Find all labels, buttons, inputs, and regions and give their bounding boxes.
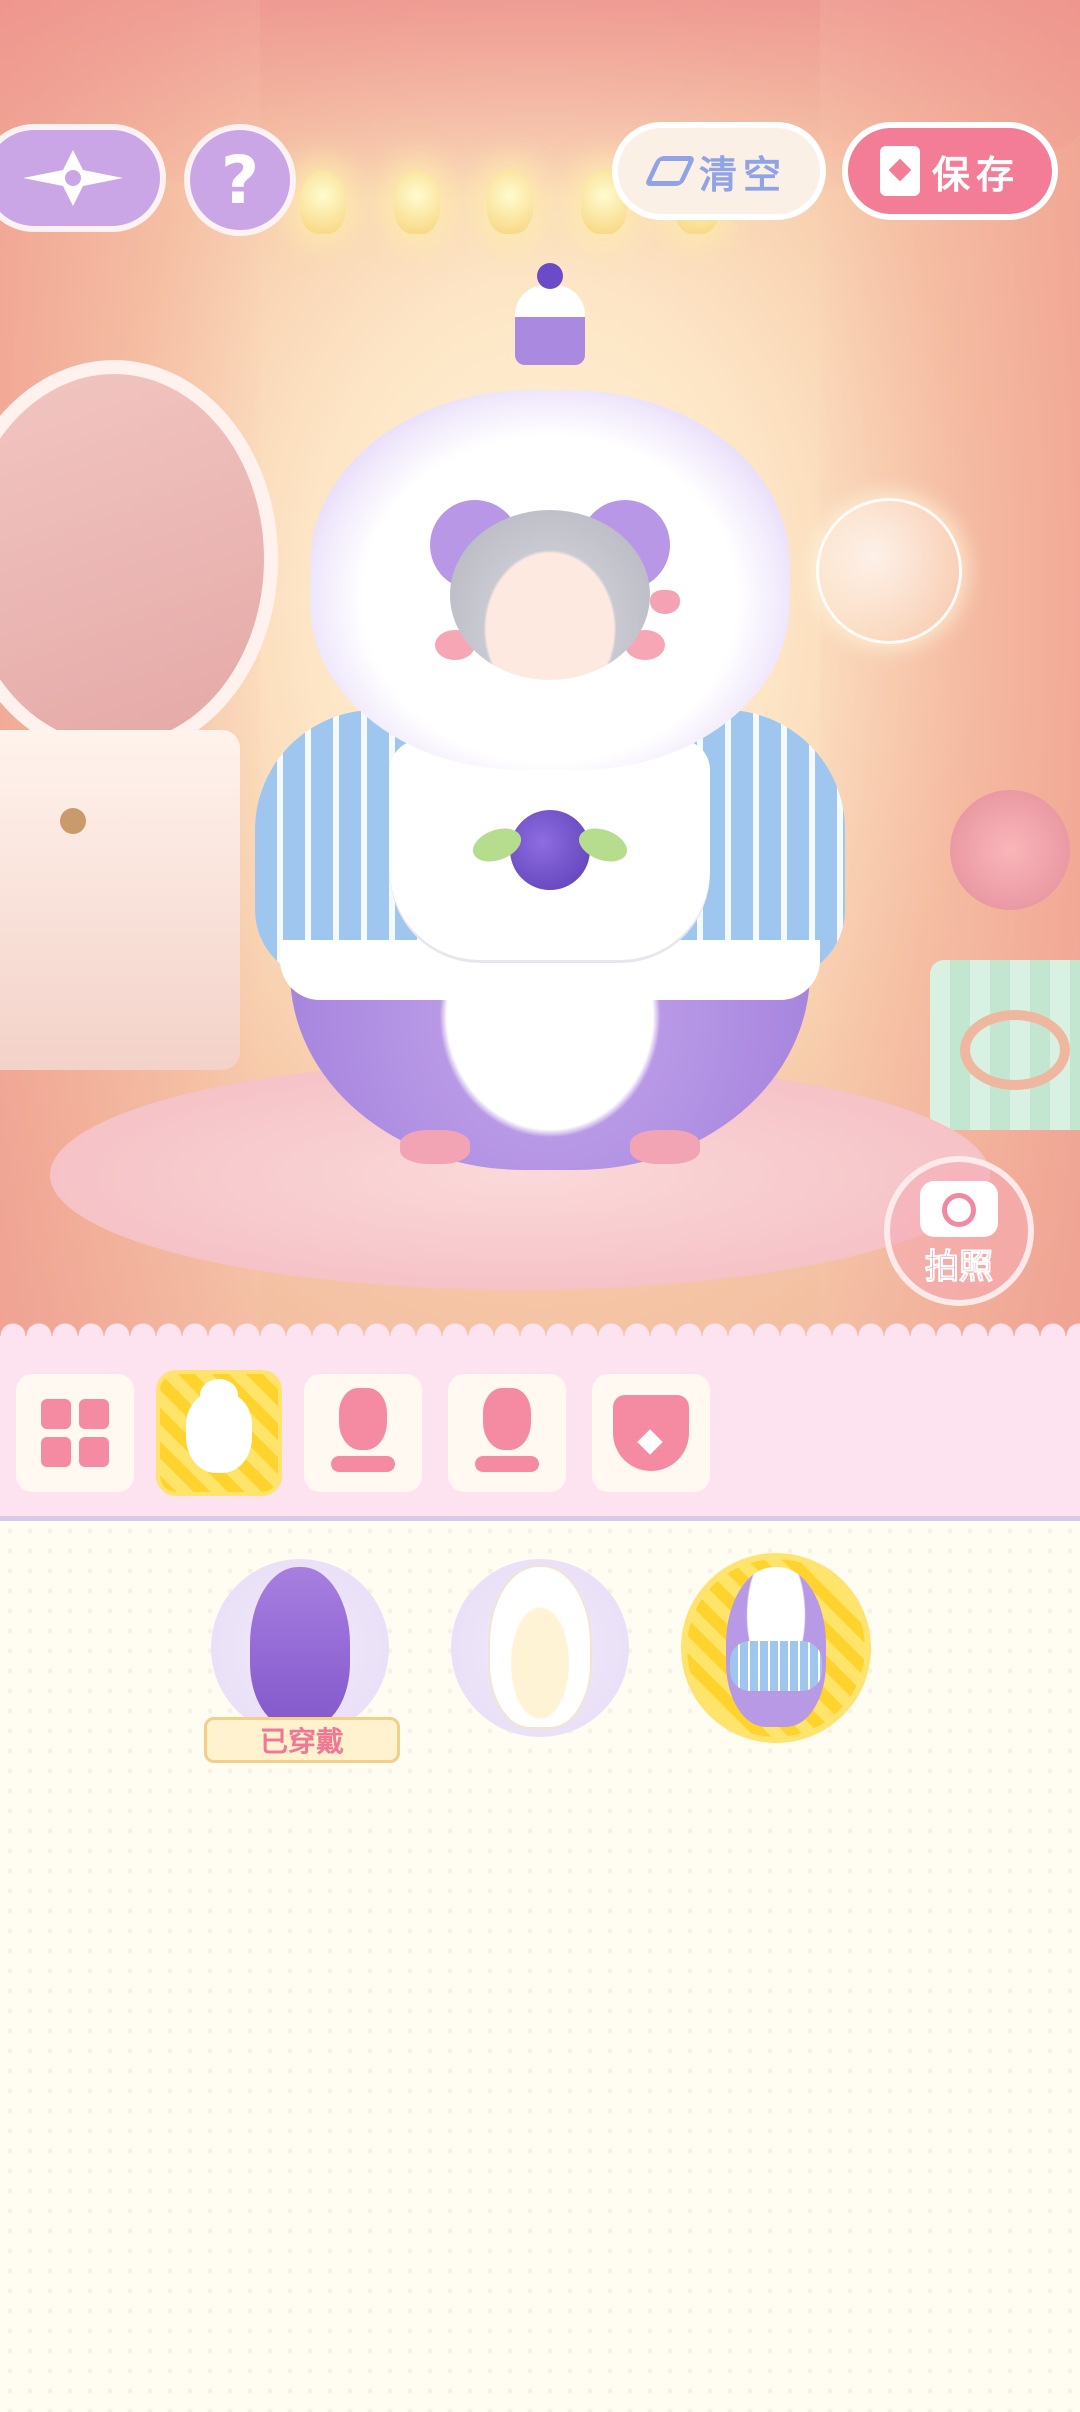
full-body-suit-icon — [186, 1379, 252, 1473]
drawer-knob — [60, 808, 86, 834]
avatar-character[interactable] — [200, 263, 900, 1190]
hamster-foot — [630, 1130, 700, 1164]
hamster-foot — [400, 1130, 470, 1164]
tab-full-body-suit[interactable] — [160, 1374, 278, 1492]
light-bulb — [300, 170, 346, 234]
hood-nose — [650, 590, 680, 614]
purple-hamster-suit-icon — [726, 1567, 826, 1727]
tab-necklace[interactable] — [592, 1374, 710, 1492]
white-cat-suit-icon — [490, 1567, 590, 1727]
eraser-icon — [643, 156, 696, 186]
character-face — [450, 510, 650, 680]
apron — [390, 740, 710, 960]
item-white-cat-suit[interactable] — [446, 1547, 636, 1747]
pink-pillow — [950, 790, 1070, 910]
necklace-icon — [613, 1395, 689, 1471]
save-file-icon — [879, 146, 920, 196]
light-bulb — [393, 170, 440, 234]
question-mark-icon: ? — [220, 141, 260, 219]
category-tab-bar — [0, 1322, 1080, 1521]
tab-dress[interactable] — [304, 1374, 422, 1492]
blueberry-icon — [510, 810, 590, 890]
light-bulb — [487, 170, 533, 234]
photo-button[interactable]: 拍照 — [884, 1156, 1034, 1306]
outfit-stand-icon — [475, 1388, 539, 1478]
gift-box — [930, 960, 1080, 1130]
tab-outfit-stand[interactable] — [448, 1374, 566, 1492]
save-button[interactable]: 保存 — [842, 122, 1058, 220]
tab-all[interactable] — [16, 1374, 134, 1492]
back-button[interactable] — [0, 124, 166, 232]
grid-icon — [41, 1399, 109, 1467]
item-purple-hamster-suit[interactable] — [682, 1547, 872, 1747]
purple-hooded-cloak-icon — [250, 1567, 350, 1727]
equipped-badge: 已穿戴 — [204, 1717, 400, 1763]
ribbon-bow — [960, 1010, 1070, 1090]
clear-button[interactable]: 清空 — [612, 122, 826, 220]
item-purple-hooded-cloak[interactable]: 已穿戴 — [204, 1547, 400, 1763]
item-grid: 已穿戴 — [0, 1521, 1080, 2412]
photo-label: 拍照 — [925, 1246, 994, 1287]
equipped-label: 已穿戴 — [259, 1725, 344, 1758]
help-button[interactable]: ? — [184, 124, 296, 236]
cupcake-hat — [515, 263, 585, 365]
camera-icon — [920, 1180, 998, 1237]
save-label: 保存 — [931, 152, 1020, 197]
scalloped-edge — [0, 1322, 1080, 1350]
clear-label: 清空 — [698, 152, 787, 197]
back-sparkle-icon — [23, 150, 123, 206]
dress-icon — [331, 1388, 395, 1478]
